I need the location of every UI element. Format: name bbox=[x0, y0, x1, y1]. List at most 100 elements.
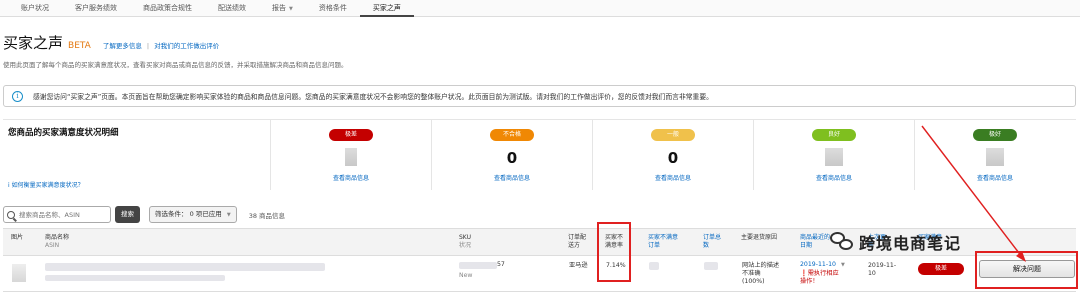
rating-fair: 一般 0 查看商品信息 bbox=[592, 120, 753, 190]
asin-blurred bbox=[45, 275, 225, 281]
filter-bar: 搜索 筛选条件： 0 项已应用 ▼ 38 商品信息 bbox=[3, 206, 285, 223]
col-image: 图片 bbox=[11, 234, 24, 241]
view-listings-link[interactable]: 查看商品信息 bbox=[915, 173, 1075, 182]
tab-account-health[interactable]: 账户状况 bbox=[8, 0, 62, 17]
rating-excellent: 极好 查看商品信息 bbox=[914, 120, 1075, 190]
action-required-line2: 操作！ bbox=[800, 278, 819, 285]
rating-label: 极好 bbox=[973, 129, 1017, 141]
action-required[interactable]: ❗需执行相应 操作！ bbox=[800, 270, 839, 286]
product-thumbnail[interactable] bbox=[12, 264, 26, 282]
rating-poor: 不合格 0 查看商品信息 bbox=[431, 120, 592, 190]
view-listings-link[interactable]: 查看商品信息 bbox=[593, 173, 753, 182]
dissat-orders-blurred[interactable] bbox=[649, 262, 659, 270]
chevron-down-icon: ▼ bbox=[840, 262, 845, 268]
top-nav: 账户状况 客户服务绩效 商品政策合规性 配送绩效 报告 ▼ 资格条件 买家之声 bbox=[0, 0, 1080, 17]
col-orders[interactable]: 订单总数 bbox=[703, 234, 721, 250]
last-updated-line1: 2019-11- bbox=[868, 262, 897, 269]
rating-count: 0 bbox=[506, 149, 518, 167]
last-updated: 2019-11- 10 bbox=[868, 262, 896, 278]
filter-dropdown[interactable]: 筛选条件： 0 项已应用 ▼ bbox=[149, 206, 237, 223]
last-date-value: 2019-11-10 bbox=[800, 261, 836, 268]
beta-badge: BETA bbox=[68, 41, 91, 51]
rating-label: 良好 bbox=[812, 129, 856, 141]
view-listings-link[interactable]: 查看商品信息 bbox=[754, 173, 914, 182]
col-last-date[interactable]: 商品最近的 日期 bbox=[800, 234, 830, 250]
product-name-blurred[interactable] bbox=[45, 263, 325, 271]
col-dissat-rate-line1: 买家不 bbox=[605, 234, 624, 241]
search-button[interactable]: 搜索 bbox=[115, 206, 140, 223]
rating-very-poor: 极差 查看商品信息 bbox=[270, 120, 431, 190]
col-fulfillment-line2: 送方 bbox=[568, 242, 581, 249]
rating-label: 不合格 bbox=[490, 129, 534, 141]
summary-help-link[interactable]: ⅰ 如何衡量买家满意度状况？ bbox=[8, 180, 84, 189]
info-icon: i bbox=[12, 90, 23, 102]
col-dissat-orders-line1: 买家不满意 bbox=[648, 234, 679, 241]
tab-voice-of-customer[interactable]: 买家之声 bbox=[359, 0, 414, 17]
action-required-line1: 需执行相应 bbox=[807, 270, 839, 277]
page-title: 买家之声 bbox=[3, 34, 64, 52]
summary-help-label: 如何衡量买家满意度状况？ bbox=[11, 182, 84, 189]
col-sku: SKU bbox=[459, 234, 471, 241]
learn-more-link[interactable]: 了解更多信息 bbox=[103, 42, 142, 50]
status-badge: 极差 bbox=[918, 263, 964, 275]
orders-blurred[interactable] bbox=[704, 262, 718, 270]
col-fulfillment: 订单配 送方 bbox=[568, 234, 586, 250]
rating-label: 一般 bbox=[651, 129, 695, 141]
col-fulfillment-line1: 订单配 bbox=[568, 234, 587, 241]
table-row: 57 New 亚马逊 7.14% 网站上的描述 不准确 (100%) 2019-11… bbox=[3, 256, 1076, 292]
summary-title: 您商品的买家满意度状况明细 bbox=[8, 128, 119, 138]
search-box bbox=[3, 206, 111, 223]
condition: New bbox=[459, 272, 473, 279]
col-last-date-line1: 商品最近的 bbox=[800, 234, 831, 241]
alert-icon: ❗ bbox=[800, 270, 808, 277]
last-updated-line2: 10 bbox=[868, 270, 876, 277]
return-reason: 网站上的描述 不准确 (100%) bbox=[742, 262, 779, 286]
col-dissat-orders[interactable]: 买家不满意 订单 bbox=[648, 234, 678, 250]
blurred-count bbox=[345, 148, 357, 166]
col-dissat-orders-line2: 订单 bbox=[648, 242, 661, 249]
col-orders-line1: 订单总 bbox=[703, 234, 722, 241]
chevron-down-icon: ▼ bbox=[226, 212, 231, 218]
col-dissat-rate[interactable]: 买家不 满意率 bbox=[605, 234, 623, 250]
watermark-text: 跨境电商笔记 bbox=[859, 234, 962, 253]
fulfillment: 亚马逊 bbox=[569, 262, 588, 269]
dissat-rate: 7.14% bbox=[606, 262, 626, 269]
notice-text: 感谢您访问“买家之声”页面。本页面旨在帮助您确定影响买家体验的商品和商品信息问题… bbox=[33, 93, 713, 101]
tab-shipping-performance[interactable]: 配送绩效 bbox=[205, 0, 259, 17]
info-notice: i 感谢您访问“买家之声”页面。本页面旨在帮助您确定影响买家体验的商品和商品信息… bbox=[3, 85, 1076, 107]
sku-blurred bbox=[459, 262, 497, 269]
return-reason-line2: 不准确 bbox=[742, 270, 761, 277]
view-listings-link[interactable]: 查看商品信息 bbox=[432, 173, 592, 182]
tab-reports[interactable]: 报告 ▼ bbox=[259, 0, 306, 17]
watermark: 跨境电商笔记 bbox=[830, 230, 961, 254]
blurred-count bbox=[986, 148, 1004, 166]
col-asin: ASIN bbox=[45, 242, 60, 249]
filter-label: 筛选条件： 0 项已应用 bbox=[155, 210, 222, 218]
last-date[interactable]: 2019-11-10 ▼ bbox=[800, 261, 845, 269]
sku-suffix: 57 bbox=[497, 261, 505, 268]
return-reason-line1: 网站上的描述 bbox=[742, 262, 780, 269]
tab-policy-compliance[interactable]: 商品政策合规性 bbox=[130, 0, 205, 17]
resolve-problem-button[interactable]: 解决问题 bbox=[979, 260, 1075, 278]
col-name: 商品名称 bbox=[45, 234, 70, 241]
col-return-reason: 主要退货原因 bbox=[741, 234, 778, 241]
page-header: 买家之声 BETA 了解更多信息 | 对我们的工作做出评价 bbox=[3, 32, 219, 53]
return-reason-line3: (100%) bbox=[742, 278, 765, 285]
col-orders-line2: 数 bbox=[703, 242, 710, 249]
search-input[interactable] bbox=[19, 210, 104, 219]
blurred-count bbox=[825, 148, 843, 166]
tab-customer-service[interactable]: 客户服务绩效 bbox=[62, 0, 130, 17]
rating-count: 0 bbox=[667, 149, 679, 167]
rating-label: 极差 bbox=[329, 129, 373, 141]
feedback-link[interactable]: 对我们的工作做出评价 bbox=[154, 42, 219, 50]
tab-reports-label: 报告 bbox=[272, 3, 286, 12]
col-dissat-rate-line2: 满意率 bbox=[605, 242, 624, 249]
search-icon bbox=[7, 210, 15, 219]
col-last-date-line2: 日期 bbox=[800, 242, 813, 249]
view-listings-link[interactable]: 查看商品信息 bbox=[271, 173, 431, 182]
rating-good: 良好 查看商品信息 bbox=[753, 120, 914, 190]
tab-eligibility[interactable]: 资格条件 bbox=[306, 0, 360, 17]
col-condition: 状况 bbox=[459, 242, 472, 249]
link-separator: | bbox=[146, 42, 150, 50]
satisfaction-summary: 您商品的买家满意度状况明细 ⅰ 如何衡量买家满意度状况？ 极差 查看商品信息 不… bbox=[3, 119, 1076, 190]
